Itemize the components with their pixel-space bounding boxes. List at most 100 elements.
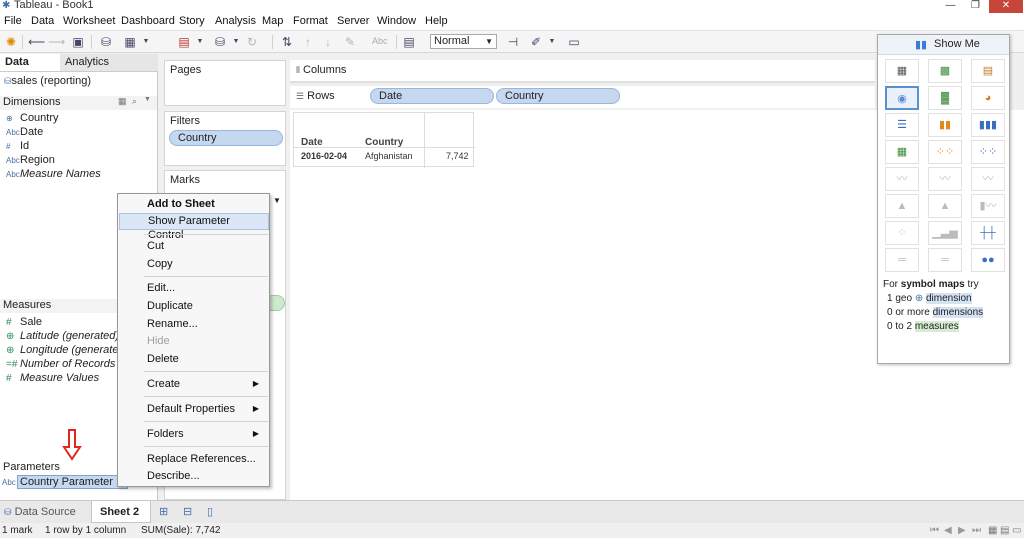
show-me-header[interactable]: ▮▮ Show Me xyxy=(878,35,1009,55)
stacked-bar-icon[interactable]: ▮▮ xyxy=(928,113,962,137)
menu-describe[interactable]: Describe... xyxy=(119,468,269,485)
datasource-item[interactable]: ⛁sales (reporting) xyxy=(4,75,91,87)
symbol-map-icon[interactable]: ◉ xyxy=(885,86,919,110)
chevron-down-icon[interactable]: ▼ xyxy=(144,96,151,103)
menu-worksheet[interactable]: Worksheet xyxy=(63,15,115,27)
line-continuous-icon[interactable]: 〰 xyxy=(885,167,919,191)
tab-sheet-2[interactable]: Sheet 2 xyxy=(91,501,151,523)
dual-line-icon[interactable]: 〰 xyxy=(971,167,1005,191)
menu-show-parameter-control[interactable]: Show Parameter Control xyxy=(119,213,269,241)
measure-field-number-of-records[interactable]: =# Number of Records xyxy=(6,358,115,370)
side-by-side-circle-icon[interactable]: ⁘⁘ xyxy=(971,140,1005,164)
dimension-field-region[interactable]: AbcRegion xyxy=(6,154,55,166)
filter-pill-country[interactable]: Country xyxy=(169,130,283,146)
menu-add-to-sheet[interactable]: Add to Sheet xyxy=(119,196,269,213)
packed-bubbles-icon[interactable]: ●● xyxy=(971,248,1005,272)
fix-axes-icon[interactable]: ⊣ xyxy=(505,34,521,50)
chevron-down-icon[interactable]: ▼ xyxy=(544,34,560,50)
rows-shelf[interactable]: ☰ Rows Date Country xyxy=(290,86,875,108)
viz-table[interactable]: Date Country 2016-02-04 Afghanistan 7,74… xyxy=(293,112,475,168)
tableau-logo-icon[interactable]: ✺ xyxy=(3,34,19,50)
measure-field-latitude[interactable]: ⊕ Latitude (generated) xyxy=(6,330,119,342)
columns-shelf[interactable]: ⦀ Columns xyxy=(290,60,875,82)
new-story-icon[interactable]: ▯ xyxy=(207,505,213,518)
menu-data[interactable]: Data xyxy=(31,15,54,27)
new-datasource-icon[interactable]: ⛁ xyxy=(98,34,114,50)
pages-card[interactable]: Pages xyxy=(164,60,286,106)
heat-map-icon[interactable]: ▩ xyxy=(928,59,962,83)
dimension-field-country[interactable]: ⊕ Country xyxy=(6,112,59,124)
parameter-field-country-parameter[interactable]: Abc Country Parameter xyxy=(2,475,132,490)
measure-field-measure-values[interactable]: # Measure Values xyxy=(6,372,99,384)
filmstrip-icon[interactable]: ▤ xyxy=(1000,525,1009,536)
menu-create[interactable]: Create ▶ xyxy=(119,376,269,393)
menu-delete[interactable]: Delete xyxy=(119,351,269,368)
menu-copy[interactable]: Copy xyxy=(119,256,269,273)
filled-map-icon[interactable]: ▓ xyxy=(928,86,962,110)
tabs-icon[interactable]: ▭ xyxy=(1012,525,1021,536)
next-sheet-icon[interactable]: ▶ xyxy=(958,525,966,536)
horizontal-bar-icon[interactable]: ☰ xyxy=(885,113,919,137)
dimension-field-date[interactable]: AbcDate xyxy=(6,126,43,138)
chevron-down-icon[interactable]: ▼ xyxy=(138,34,154,50)
menu-folders[interactable]: Folders ▶ xyxy=(119,426,269,443)
menu-map[interactable]: Map xyxy=(262,15,283,27)
menu-help[interactable]: Help xyxy=(425,15,448,27)
tab-analytics[interactable]: Analytics xyxy=(60,54,158,71)
cell-value[interactable]: 7,742 xyxy=(446,151,469,161)
last-sheet-icon[interactable]: ⏭ xyxy=(972,525,981,536)
presentation-icon[interactable]: ▭ xyxy=(566,34,582,50)
save-icon[interactable]: ▣ xyxy=(70,34,86,50)
cell-country[interactable]: Afghanistan xyxy=(365,151,413,161)
fit-icon[interactable]: ▤ xyxy=(401,34,417,50)
sort-asc-icon[interactable]: ↑ xyxy=(300,34,316,50)
gantt-icon[interactable]: ═ xyxy=(885,248,919,272)
maximize-button[interactable]: ❐ xyxy=(963,0,988,13)
view-list-icon[interactable]: ▦ xyxy=(118,96,127,107)
histogram-icon[interactable]: ▁▃▅ xyxy=(928,221,962,245)
menu-dashboard[interactable]: Dashboard xyxy=(121,15,175,27)
treemap-icon[interactable]: ▦ xyxy=(885,140,919,164)
menu-analysis[interactable]: Analysis xyxy=(215,15,256,27)
circle-view-icon[interactable]: ⁘⁘ xyxy=(928,140,962,164)
menu-rename[interactable]: Rename... xyxy=(119,316,269,333)
menu-window[interactable]: Window xyxy=(377,15,416,27)
new-dashboard-icon[interactable]: ⊟ xyxy=(183,505,192,518)
highlight-table-icon[interactable]: ▤ xyxy=(971,59,1005,83)
menu-format[interactable]: Format xyxy=(293,15,328,27)
prev-sheet-icon[interactable]: ◀ xyxy=(944,525,952,536)
close-button[interactable]: ✕ xyxy=(989,0,1023,13)
redo-icon[interactable]: ⟶ xyxy=(48,34,65,50)
area-continuous-icon[interactable]: ▲ xyxy=(885,194,919,218)
side-by-side-bar-icon[interactable]: ▮▮▮ xyxy=(971,113,1005,137)
pause-updates-icon[interactable]: ⛁ xyxy=(212,34,228,50)
cell-date[interactable]: 2016-02-04 xyxy=(301,151,347,161)
new-worksheet-icon[interactable]: ▦ xyxy=(122,34,138,50)
chevron-down-icon[interactable]: ▼ xyxy=(273,196,281,205)
measure-field-sale[interactable]: # Sale xyxy=(6,316,42,328)
undo-icon[interactable]: ⟵ xyxy=(28,34,45,50)
menu-default-properties[interactable]: Default Properties ▶ xyxy=(119,401,269,418)
menu-replace-references[interactable]: Replace References... xyxy=(119,451,269,468)
menu-story[interactable]: Story xyxy=(179,15,205,27)
clear-sheet-icon[interactable]: ▤ xyxy=(176,34,192,50)
menu-edit[interactable]: Edit... xyxy=(119,280,269,297)
dimension-field-id[interactable]: # Id xyxy=(6,140,29,152)
first-sheet-icon[interactable]: ⏮ xyxy=(930,525,939,536)
area-discrete-icon[interactable]: ▲ xyxy=(928,194,962,218)
measure-field-longitude[interactable]: ⊕ Longitude (generated) xyxy=(6,344,128,356)
pie-chart-icon[interactable]: ◕ xyxy=(971,86,1005,110)
fit-select[interactable]: Normal ▼ xyxy=(430,34,497,49)
box-whisker-icon[interactable]: ┼┼ xyxy=(971,221,1005,245)
menu-server[interactable]: Server xyxy=(337,15,369,27)
highlight-icon[interactable]: ✎ xyxy=(342,34,358,50)
sheet-sorter-icon[interactable]: ▦ xyxy=(988,525,997,536)
menu-file[interactable]: File xyxy=(4,15,22,27)
bullet-graph-icon[interactable]: ═ xyxy=(928,248,962,272)
new-worksheet-icon[interactable]: ⊞ xyxy=(159,505,168,518)
minimize-button[interactable]: — xyxy=(938,0,963,13)
scatter-plot-icon[interactable]: ⁘ xyxy=(885,221,919,245)
rows-pill-date[interactable]: Date xyxy=(370,88,494,104)
pen-icon[interactable]: ✐ xyxy=(528,34,544,50)
refresh-icon[interactable]: ↻ xyxy=(244,34,260,50)
